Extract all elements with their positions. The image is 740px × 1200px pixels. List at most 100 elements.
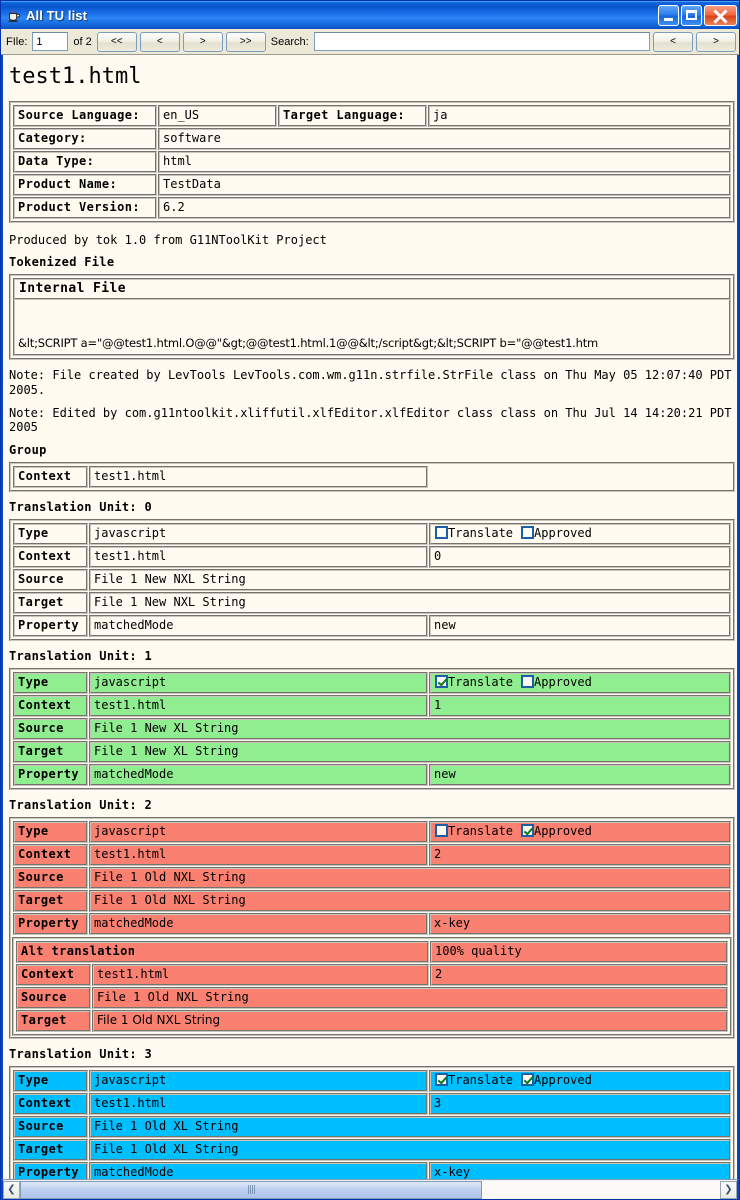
data-type-value[interactable]: html	[158, 150, 731, 173]
type-value[interactable]: javascript	[89, 671, 428, 694]
context-value[interactable]: test1.html	[89, 694, 428, 717]
source-language-value[interactable]: en_US	[158, 104, 277, 127]
property-key: Property	[13, 912, 88, 935]
maximize-button[interactable]	[681, 4, 702, 26]
alt-context-value[interactable]: test1.html	[92, 963, 429, 986]
source-value[interactable]: File 1 New XL String	[89, 717, 731, 740]
search-previous-button[interactable]: <	[653, 31, 693, 52]
category-value[interactable]: software	[158, 127, 731, 150]
alt-target-value[interactable]: File 1 Old NXL String	[92, 1009, 728, 1032]
context-id[interactable]: 3	[429, 1092, 731, 1115]
target-value[interactable]: File 1 Old XL String	[89, 1138, 731, 1161]
property-value[interactable]: new	[429, 763, 731, 786]
translate-checkbox[interactable]	[435, 1073, 448, 1087]
table-row: Type javascript Translate Approved	[13, 671, 731, 694]
search-input[interactable]	[313, 32, 650, 51]
next-file-button[interactable]: >	[182, 31, 223, 52]
tokenized-file-label: Tokenized File	[9, 255, 115, 270]
target-value[interactable]: File 1 Old NXL String	[89, 889, 731, 912]
group-context-table: Context test1.html	[12, 465, 732, 489]
type-value[interactable]: javascript	[89, 1069, 428, 1092]
property-value[interactable]: new	[429, 614, 731, 637]
target-key: Target	[13, 591, 88, 614]
context-value[interactable]: test1.html	[89, 1092, 428, 1115]
context-key: Context	[13, 545, 88, 568]
document-body: test1.html Source Language: en_US Target…	[3, 55, 737, 1179]
group-label: Group	[9, 442, 47, 457]
internal-file-body: &lt;SCRIPT a="@@test1.html.O@@"&gt;@@tes…	[13, 300, 731, 357]
first-file-button[interactable]: <<	[96, 31, 137, 52]
table-row: Source File 1 New XL String	[13, 717, 731, 740]
approved-checkbox[interactable]	[521, 824, 535, 838]
context-value[interactable]: test1.html	[89, 843, 428, 866]
property-name[interactable]: matchedMode	[89, 912, 428, 935]
property-value[interactable]: x-key	[429, 912, 731, 935]
translate-checkbox[interactable]	[435, 526, 448, 540]
document-scroll-area[interactable]: test1.html Source Language: en_US Target…	[1, 55, 739, 1179]
target-value[interactable]: File 1 New XL String	[89, 740, 731, 763]
approved-label: Approved	[534, 1073, 592, 1088]
approved-checkbox[interactable]	[521, 526, 535, 540]
translation-unit-panel: Type javascript Translate Approved Context te…	[9, 667, 735, 790]
context-id[interactable]: 0	[429, 545, 731, 568]
type-key: Type	[13, 820, 88, 843]
alt-source-value[interactable]: File 1 Old NXL String	[92, 986, 728, 1009]
type-value[interactable]: javascript	[89, 522, 428, 545]
type-value[interactable]: javascript	[89, 820, 428, 843]
close-button[interactable]	[704, 4, 737, 26]
property-name[interactable]: matchedMode	[89, 763, 428, 786]
product-version-value[interactable]: 6.2	[158, 196, 731, 219]
source-value[interactable]: File 1 Old NXL String	[89, 866, 731, 889]
source-value[interactable]: File 1 New NXL String	[89, 568, 731, 591]
target-key: Target	[13, 1138, 88, 1161]
property-value[interactable]: x-key	[429, 1161, 731, 1179]
table-row: Target File 1 Old NXL String	[16, 1009, 728, 1032]
target-value[interactable]: File 1 New NXL String	[89, 591, 731, 614]
minimize-button[interactable]	[658, 4, 679, 26]
navigation-toolbar: FIle: 1 of 2 << < > >> Search: < >	[1, 29, 739, 55]
file-label: FIle:	[6, 35, 28, 48]
approved-checkbox[interactable]	[521, 675, 535, 689]
product-name-value[interactable]: TestData	[158, 173, 731, 196]
file-index-input[interactable]: 1	[32, 32, 69, 51]
translate-checkbox[interactable]	[435, 824, 448, 838]
previous-file-button[interactable]: <	[139, 31, 180, 52]
last-file-button[interactable]: >>	[225, 31, 266, 52]
context-value[interactable]: test1.html	[89, 545, 428, 568]
horizontal-scrollbar[interactable]: ❮ |||| ❯	[1, 1179, 739, 1199]
window-controls	[658, 4, 737, 26]
produced-by-text: Produced by tok 1.0 from G11NToolKit Pro…	[9, 232, 327, 247]
translation-unit-heading: Translation Unit: 0	[9, 499, 152, 514]
context-id[interactable]: 2	[429, 843, 731, 866]
alt-context-id[interactable]: 2	[430, 963, 728, 986]
source-language-key: Source Language:	[13, 104, 157, 127]
context-id[interactable]: 1	[429, 694, 731, 717]
scroll-left-arrow-icon[interactable]: ❮	[3, 1180, 20, 1199]
approved-checkbox[interactable]	[521, 1073, 535, 1087]
table-row: Property matchedMode new	[13, 614, 731, 637]
internal-file-content: &lt;SCRIPT a="@@test1.html.O@@"&gt;@@tes…	[18, 336, 599, 350]
translate-label: Translate	[448, 1073, 514, 1088]
scrollbar-thumb[interactable]: ||||	[20, 1180, 482, 1199]
scrollbar-track[interactable]: ||||	[20, 1180, 720, 1199]
translate-checkbox[interactable]	[435, 675, 448, 689]
group-context-key: Context	[13, 465, 88, 488]
translation-unit-table: Type javascript Translate Approved Context te…	[12, 522, 732, 638]
file-metadata-panel: Source Language: en_US Target Language: …	[9, 100, 735, 223]
search-label: Search:	[270, 35, 309, 48]
target-language-value[interactable]: ja	[428, 104, 731, 127]
alt-translation-label: Alt translation	[16, 940, 429, 963]
property-name[interactable]: matchedMode	[89, 614, 428, 637]
search-next-button[interactable]: >	[696, 31, 736, 52]
property-name[interactable]: matchedMode	[89, 1161, 428, 1179]
source-key: Source	[13, 717, 88, 740]
group-context-value[interactable]: test1.html	[89, 465, 428, 488]
source-value[interactable]: File 1 Old XL String	[89, 1115, 731, 1138]
group-context-spacer	[429, 466, 731, 488]
minimize-icon	[664, 17, 673, 21]
scroll-right-arrow-icon[interactable]: ❯	[720, 1180, 737, 1199]
table-row: Product Name: TestData	[13, 173, 731, 196]
table-row: Type javascript Translate Approved	[13, 1069, 731, 1092]
table-row: Context test1.html 1	[13, 694, 731, 717]
table-row: Source File 1 Old XL String	[13, 1115, 731, 1138]
